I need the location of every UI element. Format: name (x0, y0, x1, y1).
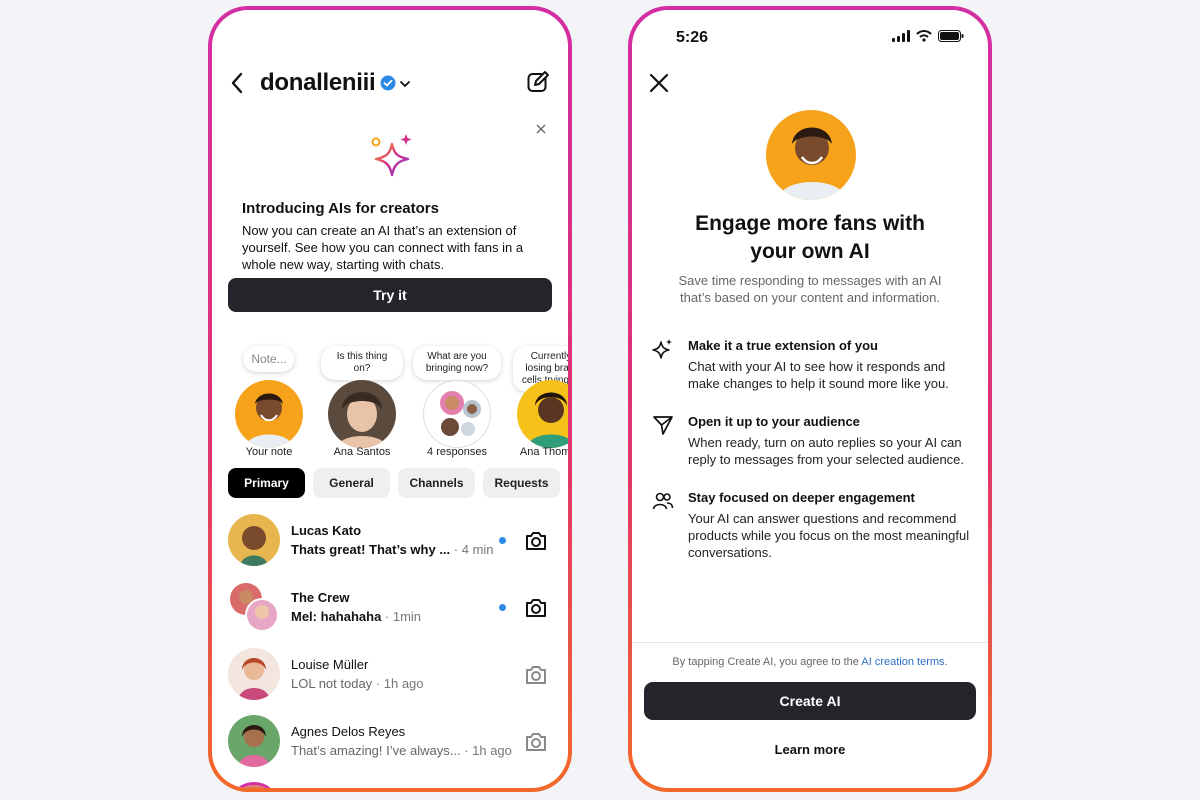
chevron-left-icon[interactable] (230, 70, 252, 96)
chat-time: · 1h ago (375, 676, 424, 691)
terms-suffix: . (944, 656, 948, 668)
camera-icon[interactable] (524, 730, 548, 754)
chat-time: · 1h ago (464, 743, 512, 758)
feature-body: Chat with your AI to see how it responds… (688, 359, 949, 391)
chat-name: The Crew (291, 590, 350, 605)
ai-creators-promo: Introducing AIs for creators Now you can… (228, 118, 552, 318)
people-icon (652, 490, 674, 512)
note-bubble: What are you bringing now? (413, 346, 501, 380)
chat-list: Lucas Kato Thats great! That’s why ... ·… (228, 510, 556, 788)
chat-name: Agnes Delos Reyes (291, 724, 406, 739)
camera-icon[interactable] (524, 596, 548, 620)
inbox-header: donalleniii (230, 68, 550, 98)
chevron-down-icon[interactable] (399, 77, 411, 89)
chat-name: Louise Müller (291, 657, 369, 672)
title-line-2: your own AI (750, 240, 870, 263)
chat-preview: LOL not today · 1h ago (291, 676, 424, 691)
feature-title: Open it up to your audience (688, 414, 860, 429)
promo-title: Introducing AIs for creators (242, 200, 439, 217)
chat-time: · 4 min (453, 542, 494, 557)
tab-requests[interactable]: Requests (483, 468, 560, 498)
terms-notice: By tapping Create AI, you agree to the A… (632, 656, 988, 668)
title-line-1: Engage more fans with (695, 212, 925, 235)
close-icon[interactable] (648, 72, 670, 94)
status-time: 5:26 (676, 29, 709, 46)
feature-body: Your AI can answer questions and recomme… (688, 511, 970, 560)
status-bar: 5:26 (676, 28, 964, 48)
chat-row-lucas-kato[interactable]: Lucas Kato Thats great! That’s why ... ·… (228, 510, 556, 577)
group-avatar (423, 380, 491, 448)
divider (632, 642, 988, 643)
phone-frame-left: donalleniii Introducing AIs for creators… (208, 6, 572, 792)
feature-title: Make it a true extension of you (688, 338, 878, 353)
chat-row-partial[interactable] (228, 778, 556, 788)
creator-avatar (766, 110, 856, 200)
chat-message: That’s amazing! I’ve always... (291, 743, 461, 758)
note-owner-name: Your note (245, 446, 293, 458)
note-responses-count: 4 responses (427, 446, 487, 458)
camera-icon[interactable] (524, 529, 548, 553)
account-username[interactable]: donalleniii (260, 69, 376, 97)
inbox-tabs: Primary General Channels Requests (228, 468, 568, 498)
close-icon[interactable] (534, 122, 548, 136)
learn-more-link[interactable]: Learn more (632, 742, 988, 757)
try-it-button[interactable]: Try it (228, 278, 552, 312)
chat-message: LOL not today (291, 676, 373, 691)
avatar (228, 514, 280, 566)
avatar (235, 380, 303, 448)
chat-row-louise-muller[interactable]: Louise Müller LOL not today · 1h ago (228, 644, 556, 711)
chat-name: Lucas Kato (291, 523, 362, 538)
note-bubble[interactable]: Note... (243, 346, 295, 372)
sparkle-icon (368, 130, 420, 182)
chat-preview: That’s amazing! I’ve always... · 1h ago (291, 743, 512, 758)
send-icon (652, 414, 674, 436)
create-ai-screen: 5:26 Engage more fans with your own AI S… (632, 10, 988, 788)
page-subtitle: Save time responding to messages with an… (678, 273, 942, 305)
unread-indicator (499, 537, 506, 544)
terms-link[interactable]: AI creation terms (861, 656, 944, 668)
tab-general[interactable]: General (313, 468, 390, 498)
unread-indicator (499, 604, 506, 611)
terms-text: By tapping Create AI, you agree to the (672, 656, 862, 668)
avatar (328, 380, 396, 448)
chat-row-agnes-delos-reyes[interactable]: Agnes Delos Reyes That’s amazing! I’ve a… (228, 711, 556, 778)
tab-channels[interactable]: Channels (398, 468, 475, 498)
note-owner-name: Ana Santos (333, 446, 391, 458)
chat-message: Thats great! That’s why ... (291, 542, 451, 557)
compose-icon[interactable] (526, 70, 550, 94)
note-bubble: Is this thing on? (321, 346, 403, 380)
signal-icon (892, 29, 910, 47)
feature-title: Stay focused on deeper engagement (688, 490, 915, 505)
sparkle-hand-icon (652, 338, 674, 360)
chat-row-the-crew[interactable]: The Crew Mel: hahahaha · 1min (228, 577, 556, 644)
status-icons (892, 29, 964, 47)
messages-screen: donalleniii Introducing AIs for creators… (212, 10, 568, 788)
phone-frame-right: 5:26 Engage more fans with your own AI S… (628, 6, 992, 792)
camera-icon[interactable] (524, 663, 548, 687)
avatar (228, 782, 280, 788)
note-owner-name: Ana Thomas (519, 446, 568, 458)
create-ai-button[interactable]: Create AI (644, 682, 976, 720)
verified-badge-icon (380, 75, 396, 91)
promo-description: Now you can create an AI that’s an exten… (242, 223, 524, 272)
chat-preview: Mel: hahahaha · 1min (291, 609, 421, 624)
chat-message: Mel: hahahaha (291, 609, 382, 624)
battery-icon (938, 29, 964, 47)
notes-row: Note... Your note Is this thing on? Ana … (224, 342, 568, 462)
feature-body: When ready, turn on auto replies so your… (688, 435, 965, 467)
wifi-icon (916, 29, 932, 47)
chat-preview: Thats great! That’s why ... · 4 min (291, 542, 494, 557)
group-avatar (228, 581, 280, 633)
avatar (228, 648, 280, 700)
tab-primary[interactable]: Primary (228, 468, 305, 498)
chat-time: · 1min (384, 609, 422, 624)
avatar (228, 715, 280, 767)
page-title: Engage more fans with your own AI (662, 210, 958, 266)
